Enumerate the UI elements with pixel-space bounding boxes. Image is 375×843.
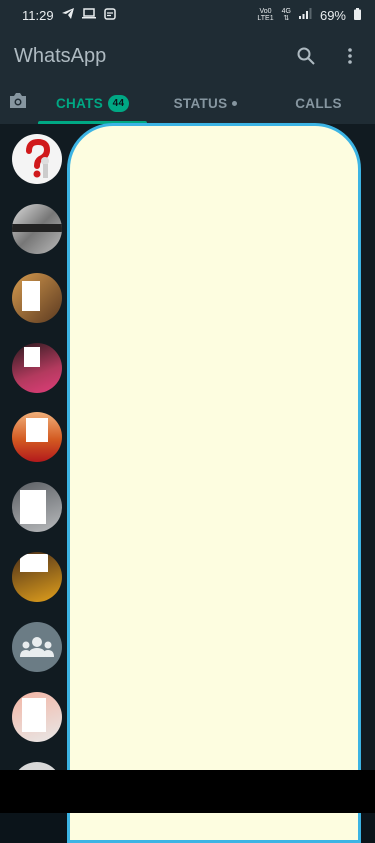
data-indicator: 4G ⇅ xyxy=(282,8,291,22)
tab-status[interactable]: STATUS xyxy=(149,82,262,124)
status-bar-right: Vo0 LTE1 4G ⇅ 69% xyxy=(257,7,361,23)
tab-bar: CHATS 44 STATUS CALLS xyxy=(0,82,375,124)
redaction-blot xyxy=(20,554,48,572)
data-arrows-icon: ⇅ xyxy=(283,15,290,22)
chat-avatar[interactable] xyxy=(12,622,62,672)
search-icon[interactable] xyxy=(295,45,317,67)
network-top-label: Vo0 xyxy=(259,8,272,15)
battery-icon xyxy=(354,7,361,23)
tab-camera[interactable] xyxy=(0,92,36,114)
redaction-blot xyxy=(20,490,46,524)
chat-avatar[interactable] xyxy=(12,134,62,184)
tab-calls-label: CALLS xyxy=(295,95,342,111)
chat-avatar[interactable] xyxy=(12,343,62,393)
signal-icon xyxy=(298,8,312,22)
status-dot-icon xyxy=(232,100,238,106)
tab-status-label: STATUS xyxy=(173,95,228,111)
more-vert-icon[interactable] xyxy=(339,45,361,67)
question-mark-icon xyxy=(26,138,51,178)
chat-avatar[interactable] xyxy=(12,204,62,254)
chat-avatar[interactable] xyxy=(12,273,62,323)
laptop-icon xyxy=(81,8,96,22)
chat-avatar[interactable] xyxy=(12,412,62,462)
tab-chats[interactable]: CHATS 44 xyxy=(36,82,149,124)
redaction-blot xyxy=(22,698,46,732)
app-bar-actions xyxy=(295,45,361,67)
banner-strip xyxy=(12,224,62,232)
status-bar: 11:29 Vo0 LTE1 4G ⇅ 69% xyxy=(0,0,375,30)
message-icon xyxy=(103,7,116,23)
camera-icon xyxy=(8,92,28,114)
telegram-icon xyxy=(61,8,74,22)
network-bottom-label: LTE1 xyxy=(257,15,274,22)
tab-calls[interactable]: CALLS xyxy=(262,82,375,124)
unread-badge: 44 xyxy=(108,94,129,112)
redaction-overlay xyxy=(67,123,361,843)
status-bar-left: 11:29 xyxy=(22,8,116,23)
tab-chats-label: CHATS xyxy=(56,95,103,111)
app-title: WhatsApp xyxy=(14,44,107,67)
redaction-blot xyxy=(24,347,40,367)
chat-avatar[interactable] xyxy=(12,482,62,532)
navigation-bar xyxy=(0,770,375,813)
group-icon xyxy=(20,637,54,657)
redaction-blot xyxy=(26,418,48,442)
redaction-blot xyxy=(22,281,40,311)
chat-avatar[interactable] xyxy=(12,552,62,602)
chat-avatar[interactable] xyxy=(12,692,62,742)
network-indicator: Vo0 LTE1 xyxy=(257,8,273,22)
clock: 11:29 xyxy=(22,7,54,23)
app-bar: WhatsApp xyxy=(0,30,375,82)
data-type-label: 4G xyxy=(281,8,291,15)
battery-percent: 69% xyxy=(319,7,346,23)
